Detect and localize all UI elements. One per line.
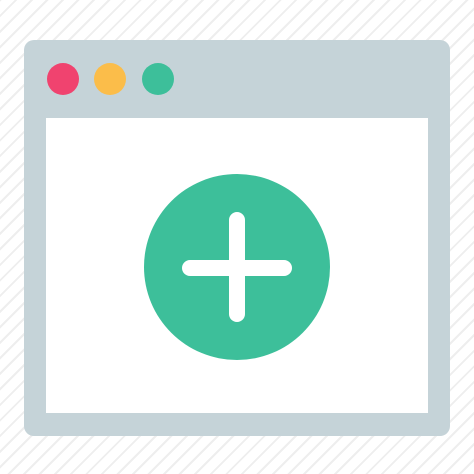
- close-window-button[interactable]: [47, 63, 79, 95]
- icon-canvas: [0, 0, 474, 474]
- plus-icon-vertical-stroke: [229, 212, 245, 322]
- minimize-window-button[interactable]: [94, 63, 126, 95]
- zoom-window-button[interactable]: [142, 63, 174, 95]
